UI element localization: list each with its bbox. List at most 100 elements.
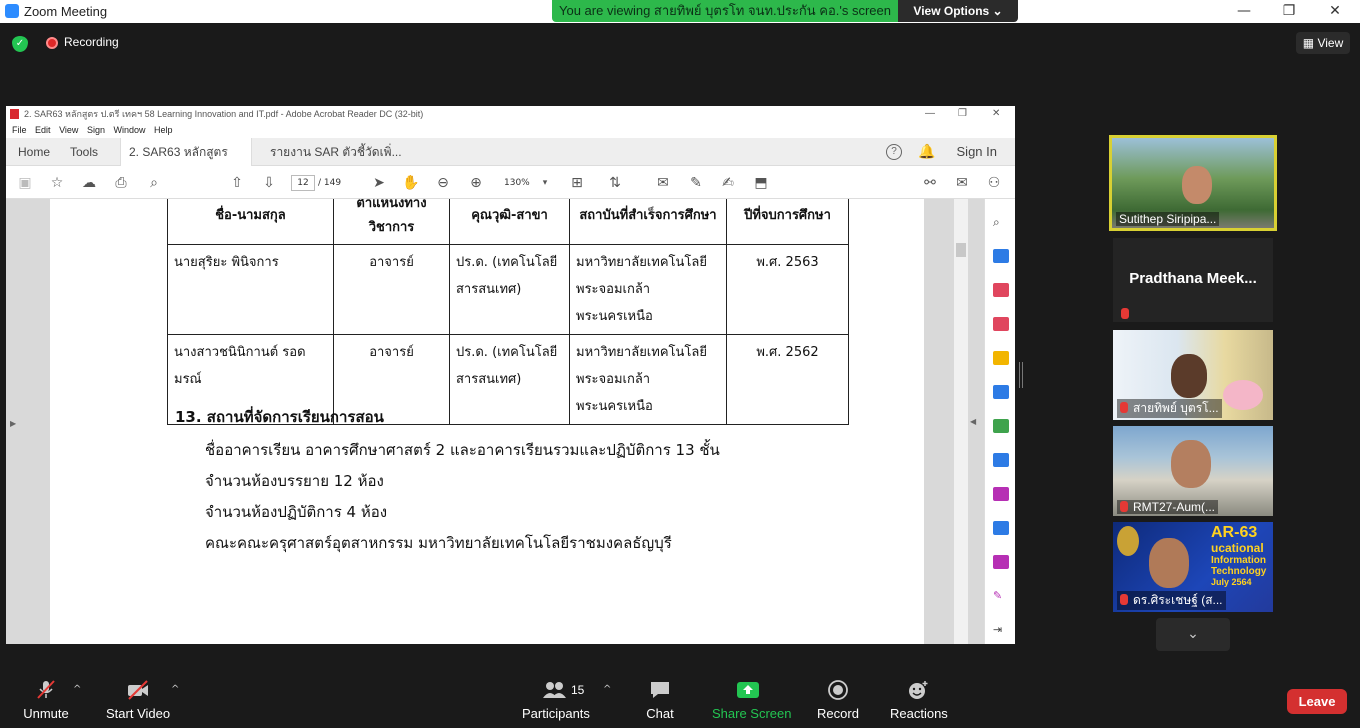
record-button[interactable]: Record <box>816 666 860 728</box>
page-up-icon[interactable]: ⇧ <box>226 173 248 193</box>
chat-button[interactable]: Chat <box>640 666 680 728</box>
slide-text: AR-63 ucational Information Technology J… <box>1211 524 1267 587</box>
participant-name: RMT27-Aum(... <box>1117 500 1219 514</box>
participant-tile-no-video[interactable]: Pradthana Meek... <box>1113 238 1273 322</box>
zoom-level[interactable]: 130% <box>504 175 530 191</box>
more-tools-icon[interactable]: ✎ <box>993 589 1009 603</box>
start-video-label: Start Video <box>106 706 171 721</box>
scroll-mode-icon[interactable]: ⇅ <box>604 173 626 193</box>
zoom-app-icon <box>5 4 19 18</box>
document-scrollbar[interactable] <box>954 199 968 644</box>
cell-year: พ.ศ. 2563 <box>726 244 849 335</box>
zoom-out-icon[interactable]: ⊖ <box>432 173 454 193</box>
notification-bell-icon[interactable]: 🔔 <box>918 143 935 160</box>
save-icon[interactable]: ▣ <box>14 173 36 193</box>
page-number-input[interactable]: 12 <box>291 175 315 191</box>
menu-sign[interactable]: Sign <box>87 125 105 135</box>
document-line: จำนวนห้องบรรยาย 12 ห้อง <box>205 472 384 490</box>
faculty-table: ชื่อ-นามสกุล ตำแหน่งทางวิชาการ คุณวุฒิ-ส… <box>167 199 849 425</box>
maximize-button[interactable]: ❐ <box>1266 0 1312 23</box>
link-icon[interactable]: ⚯ <box>919 173 941 193</box>
upload-cloud-icon[interactable]: ☁ <box>78 173 100 193</box>
table-row: นายสุริยะ พินิจการ อาจารย์ ปร.ด. (เทคโนโ… <box>167 244 849 335</box>
tab-home[interactable]: Home <box>10 138 58 166</box>
share-screen-label: Share Screen <box>712 706 792 721</box>
video-off-icon <box>128 680 148 700</box>
gallery-next-page-button[interactable]: ⌄ <box>1156 618 1230 651</box>
document-line: จำนวนห้องปฏิบัติการ 4 ห้อง <box>205 503 388 521</box>
unmute-label: Unmute <box>23 706 69 721</box>
unmute-button[interactable]: Unmute <box>20 666 72 728</box>
protect-icon[interactable] <box>993 521 1009 535</box>
participant-tile-speaker[interactable]: Sutithep Siripipa... <box>1109 135 1277 231</box>
video-options-caret-icon[interactable]: ^ <box>171 684 179 695</box>
select-pointer-icon[interactable]: ➤ <box>368 173 390 193</box>
document-area[interactable]: ▶ ชื่อ-นามสกุล ตำแหน่งทางวิชาการ คุณวุฒิ… <box>6 199 984 644</box>
menu-file[interactable]: File <box>12 125 27 135</box>
right-panel-toggle-icon[interactable]: ◀ <box>970 417 976 426</box>
panel-resize-handle[interactable] <box>1019 362 1023 388</box>
create-pdf-icon[interactable] <box>993 283 1009 297</box>
search-tool-icon[interactable]: ⌕ <box>993 215 1009 229</box>
combine-files-icon[interactable] <box>993 385 1009 399</box>
record-icon <box>828 680 848 700</box>
add-user-icon[interactable]: ⚇ <box>983 173 1005 193</box>
highlight-pen-icon[interactable]: ✎ <box>685 173 707 193</box>
muted-mic-icon <box>1120 501 1128 512</box>
scrollbar-thumb[interactable] <box>956 243 966 257</box>
scan-ocr-icon[interactable] <box>993 453 1009 467</box>
edit-pdf-icon[interactable] <box>993 317 1009 331</box>
minimize-button[interactable]: — <box>1221 0 1267 23</box>
page-down-icon[interactable]: ⇩ <box>258 173 280 193</box>
grid-icon: ▦ <box>1302 36 1318 50</box>
muted-mic-icon <box>1120 402 1128 413</box>
left-panel-toggle-icon[interactable]: ▶ <box>10 419 16 428</box>
zoom-in-icon[interactable]: ⊕ <box>465 173 487 193</box>
comment-tool-icon[interactable] <box>993 351 1009 365</box>
cell-institution: มหาวิทยาลัยเทคโนโลยีพระจอมเกล้าพระนครเหน… <box>569 334 727 425</box>
table-header: ชื่อ-นามสกุล <box>167 199 334 245</box>
hand-tool-icon[interactable]: ✋ <box>400 173 422 193</box>
audio-options-caret-icon[interactable]: ^ <box>73 684 81 695</box>
tab-document-2[interactable]: รายงาน SAR ตัวชี้วัดเพิ่... <box>262 138 410 166</box>
sign-in-button[interactable]: Sign In <box>957 138 997 166</box>
zoom-search-icon[interactable]: ⌕ <box>143 173 165 193</box>
participants-options-caret-icon[interactable]: ^ <box>603 684 611 695</box>
fit-page-icon[interactable]: ⊞ <box>566 173 588 193</box>
help-icon[interactable]: ? <box>886 144 902 160</box>
security-shield-icon[interactable]: ✓ <box>12 36 28 52</box>
participant-name: สายทิพย์ บุตรโ... <box>1117 399 1222 418</box>
sign-pen-icon[interactable]: ✍ <box>717 173 739 193</box>
participant-tile[interactable]: สายทิพย์ บุตรโ... <box>1113 330 1273 420</box>
zoom-dropdown-icon[interactable]: ▾ <box>534 173 556 193</box>
close-button[interactable]: ✕ <box>1312 0 1358 23</box>
email-icon[interactable]: ✉ <box>951 173 973 193</box>
menu-window[interactable]: Window <box>113 125 145 135</box>
document-line: คณะคณะครุศาสตร์อุตสาหกรรม มหาวิทยาลัยเทค… <box>205 534 672 552</box>
view-options-button[interactable]: View Options ⌄ <box>898 0 1018 22</box>
share-screen-button[interactable]: Share Screen <box>712 666 792 728</box>
participants-button[interactable]: Participants <box>522 666 590 728</box>
leave-button[interactable]: Leave <box>1287 689 1347 714</box>
menu-help[interactable]: Help <box>154 125 173 135</box>
menu-edit[interactable]: Edit <box>35 125 51 135</box>
participant-tile[interactable]: RMT27-Aum(... <box>1113 426 1273 516</box>
comment-icon[interactable]: ✉ <box>652 173 674 193</box>
tab-tools[interactable]: Tools <box>62 138 106 166</box>
tab-document-active[interactable]: 2. SAR63 หลักสูตร ป... × <box>120 138 252 187</box>
prepare-form-icon[interactable] <box>993 555 1009 569</box>
menu-view[interactable]: View <box>59 125 78 135</box>
print-icon[interactable]: ⎙ <box>110 173 132 193</box>
participant-tile-slide[interactable]: AR-63 ucational Information Technology J… <box>1113 522 1273 612</box>
reactions-button[interactable]: Reactions <box>890 666 948 728</box>
export-pdf-icon[interactable] <box>993 249 1009 263</box>
start-video-button[interactable]: Start Video <box>106 666 170 728</box>
acrobat-tools-panel: ⌕ ✎ ⇥ <box>984 199 1015 644</box>
view-button[interactable]: ▦ View <box>1296 32 1350 54</box>
fill-sign-icon[interactable]: ⬒ <box>750 173 772 193</box>
organize-pages-icon[interactable] <box>993 419 1009 433</box>
collapse-panel-icon[interactable]: ⇥ <box>993 623 1009 637</box>
fill-sign-tool-icon[interactable] <box>993 487 1009 501</box>
bookmark-star-icon[interactable]: ☆ <box>46 173 68 193</box>
participant-name-large: Pradthana Meek... <box>1129 270 1257 287</box>
